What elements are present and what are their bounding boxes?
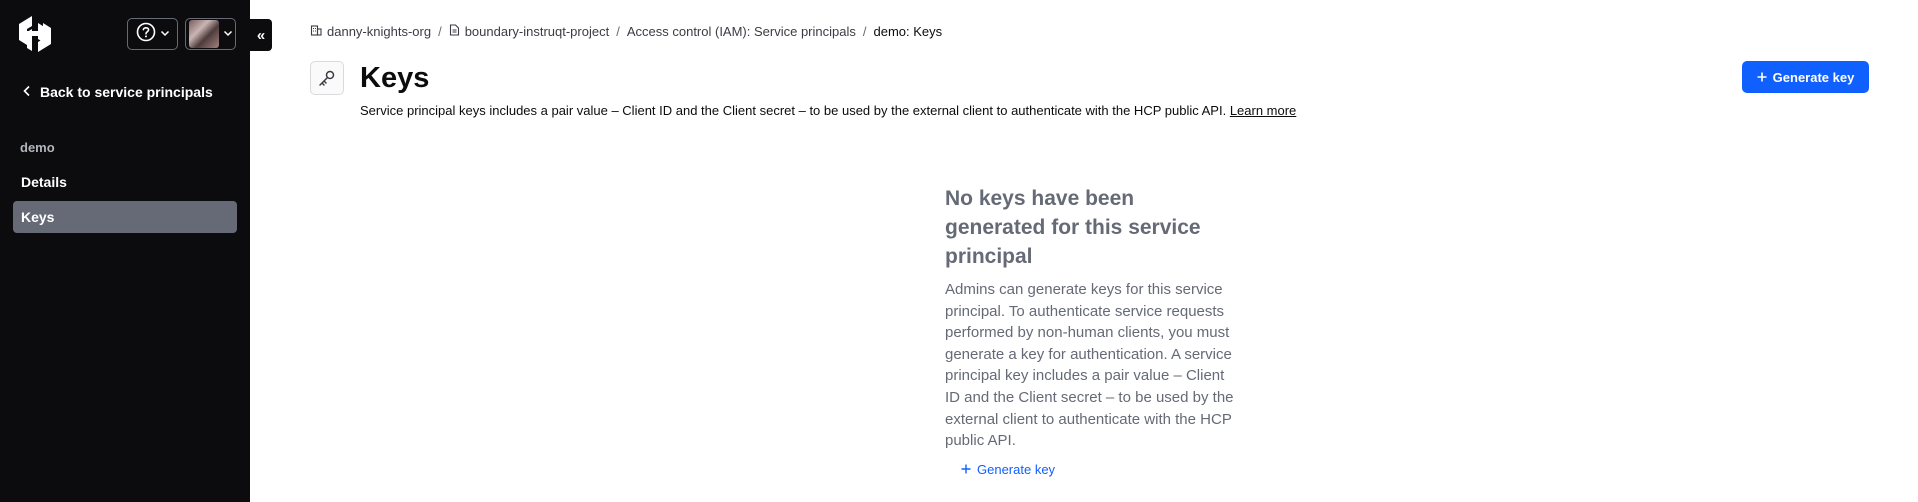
plus-icon xyxy=(961,462,971,477)
user-menu-button[interactable] xyxy=(185,18,236,50)
sidebar-item-label: Keys xyxy=(21,209,55,225)
chevron-down-icon xyxy=(160,25,170,43)
breadcrumb-separator: / xyxy=(862,24,867,39)
breadcrumb-org[interactable]: danny-knights-org xyxy=(310,24,431,39)
empty-state-title: No keys have been generated for this ser… xyxy=(945,187,1201,268)
double-chevron-left-icon: « xyxy=(256,26,266,44)
file-icon xyxy=(449,24,460,39)
breadcrumb: danny-knights-org / boundary-instruqt-pr… xyxy=(310,24,942,39)
breadcrumb-project[interactable]: boundary-instruqt-project xyxy=(449,24,610,39)
sidebar-item-label: Details xyxy=(21,174,67,190)
empty-state-action-label: Generate key xyxy=(977,461,1056,477)
chevron-down-icon xyxy=(223,25,233,43)
building-icon xyxy=(310,24,322,39)
collapse-sidebar-button[interactable]: « xyxy=(250,19,272,51)
breadcrumb-current: demo: Keys xyxy=(873,24,943,39)
plus-icon xyxy=(1757,70,1767,85)
sidebar-item-details[interactable]: Details xyxy=(13,166,237,198)
key-page-icon xyxy=(310,61,344,95)
sidebar-item-keys[interactable]: Keys xyxy=(13,201,237,233)
breadcrumb-separator: / xyxy=(616,24,620,39)
chevron-left-icon xyxy=(22,84,32,100)
generate-key-button[interactable]: Generate key xyxy=(1742,61,1869,93)
help-icon xyxy=(136,22,156,47)
empty-state-body: Admins can generate keys for this servic… xyxy=(945,281,1234,450)
page-description-text: Service principal keys includes a pair v… xyxy=(360,103,1227,118)
sidebar: Back to service principals demo Details … xyxy=(0,0,250,502)
page-description: Service principal keys includes a pair v… xyxy=(360,103,1296,118)
breadcrumb-section[interactable]: Access control (IAM): Service principals xyxy=(627,24,856,39)
breadcrumb-org-label: danny-knights-org xyxy=(327,24,432,39)
avatar xyxy=(188,20,219,48)
hashicorp-logo-icon[interactable] xyxy=(18,16,52,52)
breadcrumb-project-label: boundary-instruqt-project xyxy=(464,24,610,39)
empty-state: No keys have been generated for this ser… xyxy=(945,184,1235,477)
back-to-service-principals-link[interactable]: Back to service principals xyxy=(22,84,213,100)
help-menu-button[interactable] xyxy=(127,18,178,50)
empty-state-generate-key-button[interactable]: Generate key xyxy=(961,462,1235,477)
sidebar-section-heading: demo xyxy=(20,140,55,155)
page-title: Keys xyxy=(360,62,430,94)
back-link-label: Back to service principals xyxy=(40,84,213,100)
learn-more-link[interactable]: Learn more xyxy=(1230,103,1296,118)
generate-key-button-label: Generate key xyxy=(1772,69,1855,85)
breadcrumb-separator: / xyxy=(438,24,442,39)
